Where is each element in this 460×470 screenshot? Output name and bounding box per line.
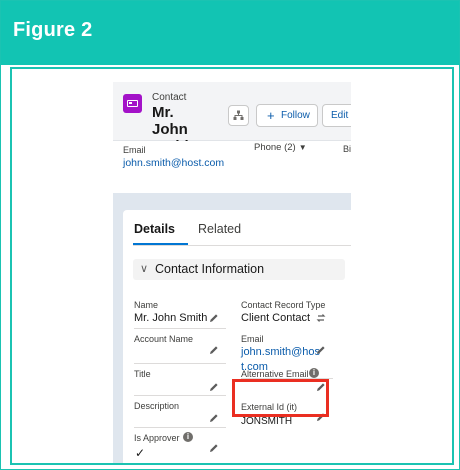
edit-button[interactable]: Edit bbox=[322, 104, 351, 127]
record-header: Contact Mr. John Smith + Follow Edit bbox=[113, 82, 351, 155]
tab-divider bbox=[133, 245, 351, 246]
field-label-title: Title bbox=[134, 369, 151, 379]
contact-card-icon bbox=[123, 94, 142, 113]
edit-pencil-icon[interactable] bbox=[209, 345, 219, 355]
edit-pencil-icon[interactable] bbox=[209, 313, 219, 323]
follow-button-label: Follow bbox=[281, 110, 310, 121]
field-label-description: Description bbox=[134, 401, 180, 411]
field-label-email: Email bbox=[241, 334, 264, 344]
field-value-record-type: Client Contact bbox=[241, 312, 311, 324]
figure-title: Figure 2 bbox=[13, 19, 93, 41]
checkmark-icon: ✓ bbox=[135, 446, 146, 460]
field-value-name: Mr. John Smith bbox=[134, 312, 208, 324]
chevron-down-icon: ▼ bbox=[298, 143, 307, 152]
highlight-email-link[interactable]: john.smith@host.com bbox=[123, 157, 224, 169]
plus-icon: + bbox=[267, 108, 275, 123]
change-record-type-icon[interactable] bbox=[316, 313, 326, 323]
tab-details[interactable]: Details bbox=[134, 222, 175, 236]
edit-pencil-icon[interactable] bbox=[209, 443, 219, 453]
section-contact-information[interactable]: ∨ Contact Information bbox=[133, 259, 345, 280]
chevron-down-icon: ∨ bbox=[140, 263, 149, 275]
hierarchy-button[interactable] bbox=[228, 105, 249, 126]
field-divider bbox=[134, 427, 226, 428]
phone-dropdown[interactable]: Phone (2) ▼ bbox=[254, 142, 307, 153]
field-divider bbox=[134, 328, 226, 329]
field-divider bbox=[134, 395, 226, 396]
tab-related[interactable]: Related bbox=[198, 222, 241, 236]
figure-header: Figure 2 bbox=[1, 1, 459, 65]
section-title: Contact Information bbox=[155, 262, 265, 276]
phone-label: Phone (2) bbox=[254, 142, 296, 153]
follow-button[interactable]: + Follow bbox=[256, 104, 318, 127]
edit-pencil-icon[interactable] bbox=[316, 345, 326, 355]
edit-pencil-icon[interactable] bbox=[209, 382, 219, 392]
hierarchy-icon bbox=[233, 110, 244, 120]
field-label-is-approver: Is Approver bbox=[134, 433, 180, 443]
field-label-alternative-email: Alternative Email bbox=[241, 369, 309, 379]
highlight-external-id-box bbox=[232, 379, 329, 417]
truncated-highlight-label: Bi bbox=[343, 144, 351, 154]
info-icon[interactable]: i bbox=[183, 432, 193, 442]
field-divider bbox=[134, 363, 226, 364]
field-value-email-line1[interactable]: john.smith@hos bbox=[241, 345, 320, 360]
field-label-account-name: Account Name bbox=[134, 334, 194, 344]
field-label-record-type: Contact Record Type bbox=[241, 300, 326, 310]
info-icon[interactable]: i bbox=[309, 368, 319, 378]
field-label-name: Name bbox=[134, 300, 159, 310]
object-type-label: Contact bbox=[152, 92, 187, 103]
figure-frame: Figure 2 Contact Mr. John Smith + bbox=[0, 0, 460, 470]
edit-pencil-icon[interactable] bbox=[209, 413, 219, 423]
highlight-email-label: Email bbox=[123, 145, 146, 155]
field-value-external-id: JONSMITH bbox=[241, 416, 293, 427]
